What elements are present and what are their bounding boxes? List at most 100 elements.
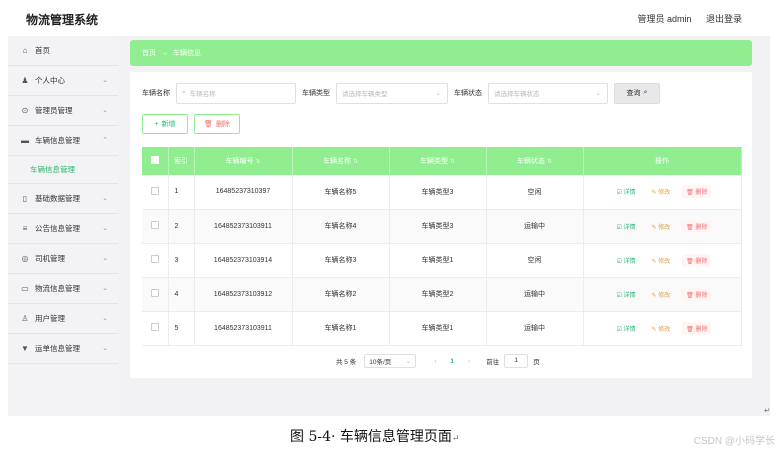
add-button[interactable]: + 新增 — [142, 114, 188, 134]
delete-button[interactable]: 🗑 删除 — [682, 185, 712, 199]
delete-label: 删除 — [215, 121, 230, 128]
detail-button[interactable]: ☑ 详情 — [613, 220, 640, 233]
users-icon: ♙ — [21, 314, 29, 323]
sidebar-item-label: 公告信息管理 — [35, 224, 80, 233]
vehicle-status-select[interactable]: 请选择车辆状态 ⌄ — [488, 82, 608, 104]
sidebar-item-base-data[interactable]: ▯ 基础数据管理 ⌄ — [8, 184, 118, 214]
sort-icon[interactable]: ⇅ — [547, 159, 552, 165]
edit-button[interactable]: ✎ 修改 — [648, 288, 675, 301]
paragraph-mark-icon: ↵ — [764, 406, 771, 415]
vehicle-name-input[interactable]: ⌕ 车辆名称 — [176, 82, 296, 104]
sidebar: ⌂ 首页 ♟ 个人中心 ⌄ ⊙ 管理员管理 ⌄ ▬ 车辆信息管理 ⌃ 车辆信息管… — [8, 36, 118, 416]
prev-page-icon[interactable]: ‹ — [434, 358, 436, 365]
header-status-label: 车辆状态 — [516, 158, 545, 165]
detail-button[interactable]: ☑ 详情 — [613, 254, 640, 267]
detail-button[interactable]: ☑ 详情 — [613, 185, 640, 198]
main-content: 首页 → 车辆信息 车辆名称 ⌕ 车辆名称 车辆类型 请选择车辆类型 ⌄ 车辆状… — [130, 40, 752, 378]
sidebar-item-label: 物流信息管理 — [35, 284, 80, 293]
page-size-value: 10条/页 — [369, 359, 392, 366]
sidebar-item-vehicle[interactable]: ▬ 车辆信息管理 ⌃ — [8, 126, 118, 156]
row-index: 3 — [168, 243, 195, 278]
sort-icon[interactable]: ⇅ — [353, 159, 358, 165]
user-icon: ♟ — [21, 76, 29, 85]
sidebar-item-driver[interactable]: ◎ 司机管理 ⌄ — [8, 244, 118, 274]
sidebar-item-logistics[interactable]: ▭ 物流信息管理 ⌄ — [8, 274, 118, 304]
home-icon: ⌂ — [22, 46, 28, 55]
edit-button[interactable]: ✎ 修改 — [648, 185, 675, 198]
sidebar-item-notice[interactable]: ≡ 公告信息管理 ⌄ — [8, 214, 118, 244]
delete-button[interactable]: 🗑 删除 — [682, 219, 712, 233]
sort-icon[interactable]: ⇅ — [255, 159, 260, 165]
row-select-cell — [142, 277, 169, 312]
row-type: 车辆类型3 — [389, 209, 487, 244]
row-checkbox[interactable] — [150, 323, 159, 331]
sidebar-item-admin[interactable]: ⊙ 管理员管理 ⌄ — [8, 96, 118, 126]
row-type: 车辆类型1 — [389, 243, 487, 278]
current-user: 管理员 admin — [637, 14, 692, 24]
chevron-down-icon: ⌄ — [102, 345, 108, 352]
table-header-row: 索引 车辆编号 ⇅ 车辆名称 ⇅ 车辆类型 ⇅ 车辆状态 ⇅ 操作 — [142, 147, 742, 175]
header-code-label: 车辆编号 — [225, 158, 254, 165]
chevron-down-icon: ⌄ — [102, 107, 108, 114]
admin-icon: ⊙ — [21, 106, 29, 115]
edit-button[interactable]: ✎ 修改 — [648, 254, 675, 267]
app-window: 物流管理系统 管理员 admin 退出登录 ⌂ 首页 ♟ 个人中心 ⌄ ⊙ 管理… — [8, 0, 770, 416]
plus-icon: + — [154, 120, 159, 128]
edit-button[interactable]: ✎ 修改 — [648, 322, 675, 335]
detail-button[interactable]: ☑ 详情 — [613, 322, 640, 335]
delete-button[interactable]: 🗑 删除 — [682, 253, 712, 267]
app-title: 物流管理系统 — [26, 13, 99, 27]
row-index: 5 — [168, 311, 195, 346]
search-icon: ⌕ — [182, 89, 186, 96]
arrow-right-icon: → — [161, 49, 168, 57]
row-code: 164852373103914 — [194, 243, 293, 278]
add-label: 新增 — [161, 121, 176, 128]
watermark: CSDN @小码学长 — [693, 436, 775, 447]
header-status[interactable]: 车辆状态 ⇅ — [486, 147, 584, 175]
row-ops: ☑ 详情 ✎ 修改 🗑 删除 — [583, 277, 742, 312]
select-all-cell — [142, 147, 169, 175]
page-size-select[interactable]: 10条/页 ⌄ — [364, 354, 417, 368]
row-checkbox[interactable] — [150, 186, 159, 195]
sidebar-item-personal-center[interactable]: ♟ 个人中心 ⌄ — [8, 66, 118, 96]
header-code[interactable]: 车辆编号 ⇅ — [194, 147, 293, 175]
chevron-down-icon: ⌄ — [102, 315, 108, 322]
header-type[interactable]: 车辆类型 ⇅ — [389, 147, 487, 175]
return-mark-icon: ↵ — [451, 434, 460, 444]
edit-button[interactable]: ✎ 修改 — [648, 220, 675, 233]
delete-button[interactable]: 🗑 删除 — [682, 321, 712, 335]
top-bar: 物流管理系统 管理员 admin 退出登录 — [8, 0, 770, 36]
vehicle-type-select[interactable]: 请选择车辆类型 ⌄ — [336, 82, 448, 104]
row-ops: ☑ 详情 ✎ 修改 🗑 删除 — [583, 243, 742, 278]
row-select-cell — [142, 175, 169, 210]
goto-page-input[interactable]: 1 — [504, 354, 529, 368]
action-bar: + 新增 🗑 删除 — [142, 114, 240, 134]
header-name[interactable]: 车辆名称 ⇅ — [292, 147, 390, 175]
sidebar-item-users[interactable]: ♙ 用户管理 ⌄ — [8, 304, 118, 334]
row-select-cell — [142, 243, 169, 278]
chevron-down-icon: ⌄ — [102, 77, 108, 84]
batch-delete-button[interactable]: 🗑 删除 — [194, 114, 240, 134]
select-all-checkbox[interactable] — [150, 156, 159, 164]
row-checkbox[interactable] — [150, 255, 159, 263]
detail-button[interactable]: ☑ 详情 — [613, 288, 640, 301]
goto-label: 前往 — [486, 359, 500, 366]
database-icon: ▯ — [22, 194, 28, 203]
sidebar-subitem-vehicle-info[interactable]: 车辆信息管理 — [8, 156, 118, 184]
row-index: 4 — [168, 277, 195, 312]
logout-link[interactable]: 退出登录 — [706, 14, 742, 24]
breadcrumb-home[interactable]: 首页 — [142, 48, 156, 58]
sidebar-item-label: 车辆信息管理 — [35, 136, 80, 145]
delete-button[interactable]: 🗑 删除 — [682, 287, 712, 301]
sidebar-item-home[interactable]: ⌂ 首页 — [8, 36, 118, 66]
row-status: 运输中 — [486, 311, 584, 346]
figure-caption: 图 5-4· 车辆信息管理页面↵ — [290, 426, 459, 446]
query-button[interactable]: 查询 ⌕ — [614, 82, 660, 104]
next-page-icon[interactable]: › — [468, 358, 470, 365]
row-checkbox[interactable] — [150, 289, 159, 297]
row-checkbox[interactable] — [150, 221, 159, 229]
page-number[interactable]: 1 — [450, 358, 454, 365]
sidebar-item-waybill[interactable]: ▼ 运单信息管理 ⌄ — [8, 334, 118, 364]
sort-icon[interactable]: ⇅ — [450, 159, 455, 165]
row-name: 车辆名称1 — [292, 311, 390, 346]
